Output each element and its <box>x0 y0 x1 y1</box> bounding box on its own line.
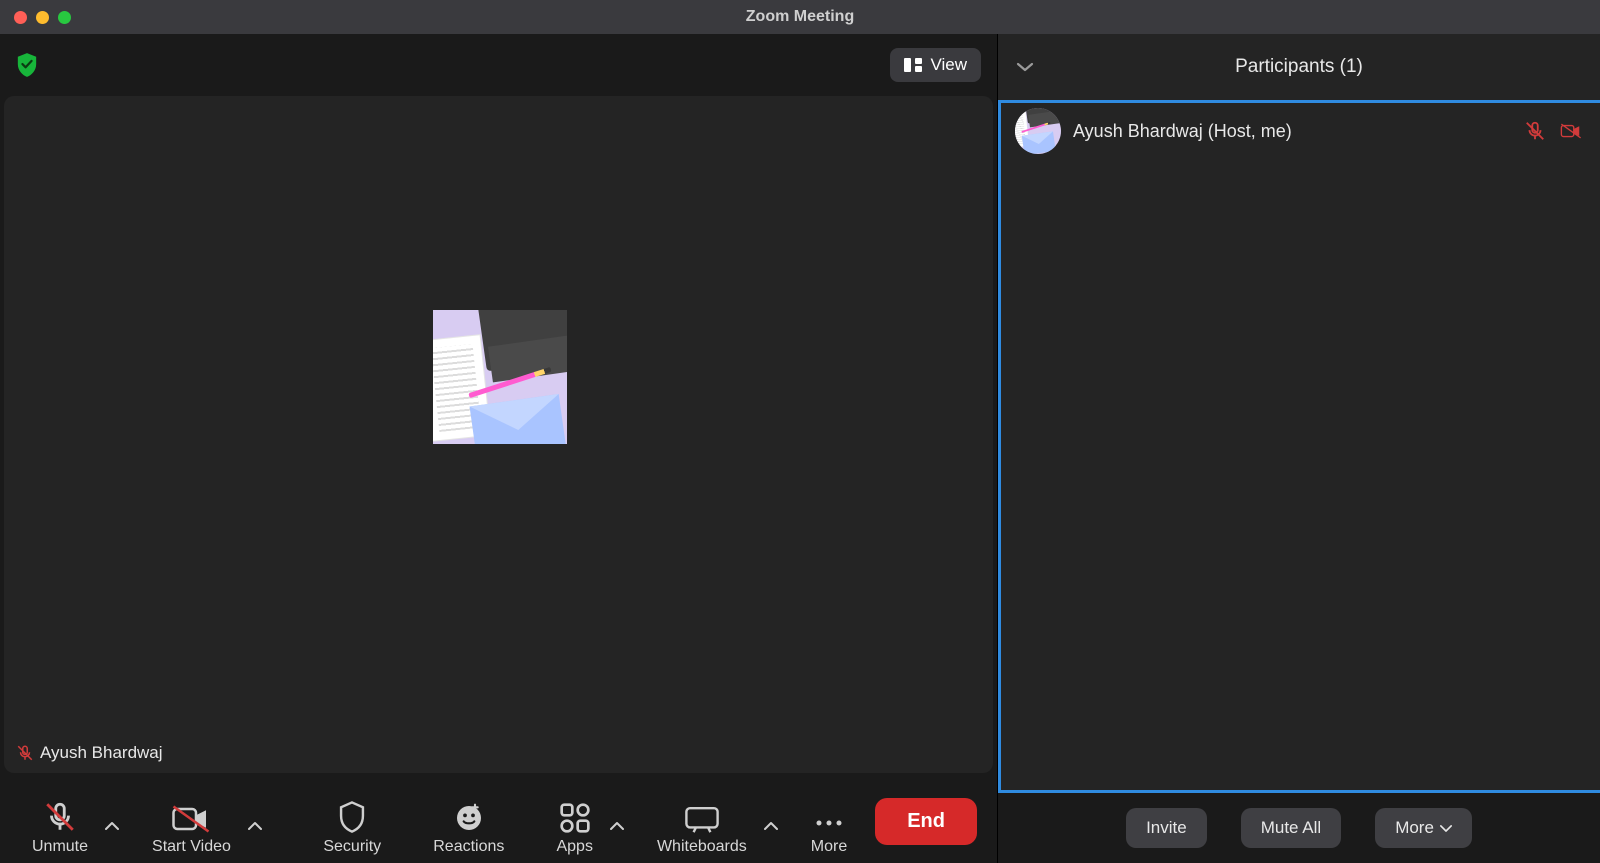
security-button[interactable]: Security <box>311 786 393 856</box>
participants-header: Participants (1) <box>998 34 1600 100</box>
self-avatar <box>433 310 567 444</box>
microphone-muted-icon <box>1524 120 1546 142</box>
invite-label: Invite <box>1146 818 1187 838</box>
participants-panel: Participants (1) Ayush Bhardwaj ( <box>997 34 1600 863</box>
microphone-muted-icon <box>43 800 77 834</box>
chevron-down-icon <box>1440 824 1452 833</box>
apps-button[interactable]: Apps <box>544 786 604 856</box>
whiteboards-button[interactable]: Whiteboards <box>645 786 759 856</box>
chevron-down-icon[interactable] <box>1016 60 1034 74</box>
view-gallery-icon <box>904 58 922 72</box>
microphone-muted-icon <box>16 743 34 763</box>
participant-avatar <box>1015 108 1061 154</box>
window-title: Zoom Meeting <box>746 8 854 26</box>
chevron-up-icon <box>764 821 778 831</box>
apps-label: Apps <box>556 838 592 856</box>
whiteboards-options-caret[interactable] <box>757 796 785 856</box>
more-button[interactable]: More <box>799 786 859 856</box>
chevron-up-icon <box>248 821 262 831</box>
meeting-toolbar: Unmute Start Video <box>0 779 997 863</box>
window-maximize-button[interactable] <box>58 11 71 24</box>
chevron-up-icon <box>610 821 624 831</box>
apps-icon <box>559 802 591 834</box>
security-label: Security <box>323 838 381 856</box>
whiteboards-label: Whiteboards <box>657 838 747 856</box>
window-minimize-button[interactable] <box>36 11 49 24</box>
chevron-up-icon <box>105 821 119 831</box>
participants-more-button[interactable]: More <box>1375 808 1472 848</box>
participants-list: Ayush Bhardwaj (Host, me) <box>998 100 1600 793</box>
meeting-area: View Ayush Bhardwaj <box>0 34 997 863</box>
invite-button[interactable]: Invite <box>1126 808 1207 848</box>
reactions-label: Reactions <box>433 838 504 856</box>
participants-title: Participants (1) <box>1235 56 1363 78</box>
window-titlebar: Zoom Meeting <box>0 0 1600 34</box>
self-name-text: Ayush Bhardwaj <box>40 743 163 763</box>
view-button[interactable]: View <box>890 48 981 82</box>
start-video-button[interactable]: Start Video <box>140 786 243 856</box>
end-meeting-button[interactable]: End <box>875 798 977 845</box>
unmute-label: Unmute <box>32 838 88 856</box>
participant-name: Ayush Bhardwaj (Host, me) <box>1073 121 1524 142</box>
window-close-button[interactable] <box>14 11 27 24</box>
encryption-shield-icon[interactable] <box>16 52 38 78</box>
end-label: End <box>907 810 945 832</box>
smile-icon <box>453 802 485 834</box>
mute-all-label: Mute All <box>1261 818 1321 838</box>
video-off-icon <box>1560 120 1582 142</box>
audio-options-caret[interactable] <box>98 796 126 856</box>
participants-footer: Invite Mute All More <box>998 793 1600 863</box>
traffic-lights <box>14 11 71 24</box>
self-name-badge: Ayush Bhardwaj <box>10 739 169 767</box>
apps-options-caret[interactable] <box>603 796 631 856</box>
participant-row[interactable]: Ayush Bhardwaj (Host, me) <box>1001 103 1600 159</box>
video-tile: Ayush Bhardwaj <box>4 96 993 773</box>
view-label: View <box>930 55 967 75</box>
video-off-icon <box>171 804 211 834</box>
reactions-button[interactable]: Reactions <box>421 786 516 856</box>
more-horizontal-icon <box>813 812 845 834</box>
video-options-caret[interactable] <box>241 796 269 856</box>
whiteboard-icon <box>684 804 720 834</box>
shield-icon <box>336 800 368 834</box>
participants-more-label: More <box>1395 818 1434 838</box>
mute-all-button[interactable]: Mute All <box>1241 808 1341 848</box>
start-video-label: Start Video <box>152 838 231 856</box>
unmute-button[interactable]: Unmute <box>20 786 100 856</box>
more-label: More <box>811 838 847 856</box>
